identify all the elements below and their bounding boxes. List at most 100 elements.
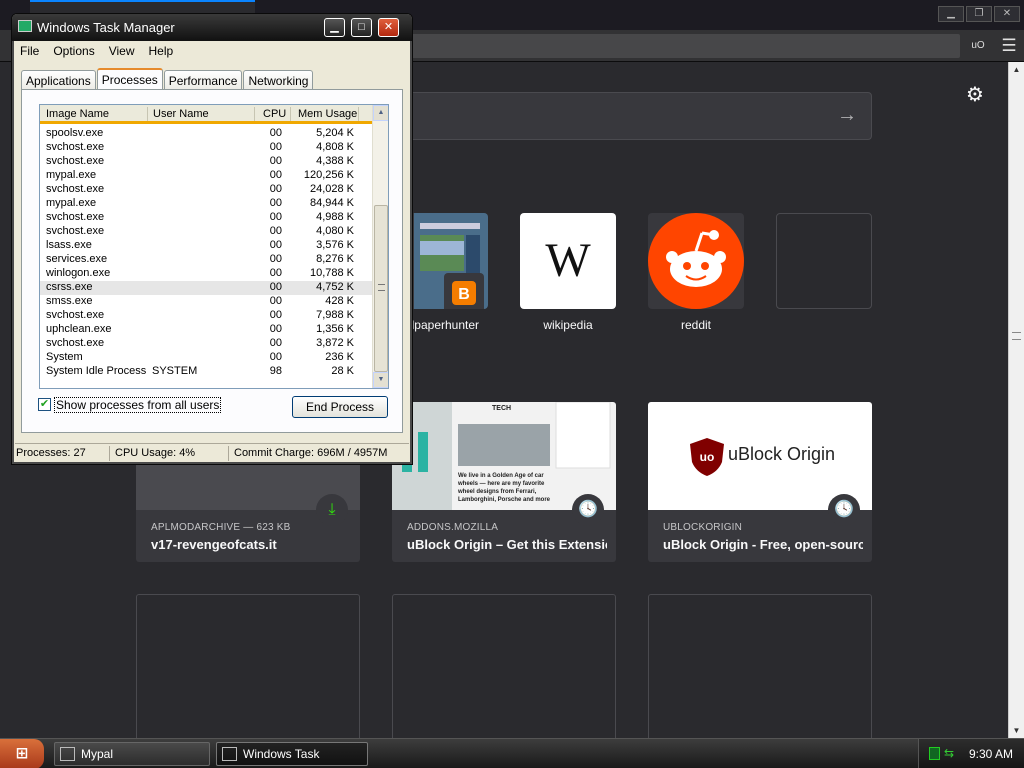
process-row[interactable]: uphclean.exe 00 1,356 K xyxy=(40,323,372,337)
process-row[interactable]: spoolsv.exe 00 5,204 K xyxy=(40,127,372,141)
process-row[interactable]: svchost.exe 00 4,080 K xyxy=(40,225,372,239)
process-cpu: 00 xyxy=(269,309,282,321)
col-mem-usage[interactable]: Mem Usage xyxy=(298,108,357,120)
status-bar: Processes: 27 CPU Usage: 4% Commit Charg… xyxy=(15,443,409,463)
col-cpu[interactable]: CPU xyxy=(263,108,286,120)
start-button[interactable]: ⊞ xyxy=(0,739,44,768)
process-name: svchost.exe xyxy=(46,211,105,223)
process-row[interactable]: svchost.exe 00 24,028 K xyxy=(40,183,372,197)
process-list-scrollbar[interactable]: ▲ ▼ xyxy=(372,105,388,388)
col-image-name[interactable]: Image Name xyxy=(46,108,109,120)
taskbar-item-task-manager[interactable]: Windows Task Manager xyxy=(216,742,368,766)
thumb-text: We live in a Golden Age of car wheels — … xyxy=(458,473,551,503)
highlight-placeholder xyxy=(136,594,360,738)
process-cpu: 00 xyxy=(269,351,282,363)
process-row[interactable]: System 00 236 K xyxy=(40,351,372,365)
process-cpu: 00 xyxy=(269,337,282,349)
end-process-button[interactable]: End Process xyxy=(292,396,388,418)
tab-applications[interactable]: Applications xyxy=(21,70,96,90)
process-row[interactable]: svchost.exe 00 3,872 K xyxy=(40,337,372,351)
col-user-name[interactable]: User Name xyxy=(153,108,209,120)
top-site-reddit[interactable] xyxy=(648,213,744,309)
process-name: services.exe xyxy=(46,253,108,265)
card-source: ADDONS.MOZILLA xyxy=(407,522,499,533)
taskbar: ⊞ Mypal Windows Task Manager ⇆ 9:30 AM xyxy=(0,738,1024,768)
process-cpu: 00 xyxy=(269,169,282,181)
process-cpu: 00 xyxy=(269,281,282,293)
process-cpu: 00 xyxy=(269,295,282,307)
scroll-thumb[interactable] xyxy=(374,205,388,372)
show-all-users-checkbox[interactable]: ✔ xyxy=(38,398,51,411)
clock-icon: 🕓 xyxy=(828,494,860,526)
process-mem: 3,872 K xyxy=(316,337,354,349)
tab-networking[interactable]: Networking xyxy=(243,70,314,90)
process-cpu: 00 xyxy=(269,225,282,237)
top-site-label[interactable]: wikipedia xyxy=(498,318,638,332)
highlight-card[interactable]: TECH We live in a Golden Age of car whee… xyxy=(392,402,616,562)
process-row[interactable]: services.exe 00 8,276 K xyxy=(40,253,372,267)
top-site-label[interactable]: reddit xyxy=(626,318,766,332)
tab-processes[interactable]: Processes xyxy=(96,68,163,90)
tab-performance[interactable]: Performance xyxy=(163,70,243,90)
process-row[interactable]: svchost.exe 00 4,388 K xyxy=(40,155,372,169)
process-row[interactable]: csrss.exe 00 4,752 K xyxy=(40,281,372,295)
process-row[interactable]: svchost.exe 00 4,988 K xyxy=(40,211,372,225)
process-list[interactable]: Image Name User Name CPU Mem Usage spool… xyxy=(39,104,389,389)
process-mem: 4,988 K xyxy=(316,211,354,223)
process-cpu: 00 xyxy=(269,197,282,209)
process-mem: 4,808 K xyxy=(316,141,354,153)
process-name: smss.exe xyxy=(46,295,93,307)
highlight-card[interactable]: uo uBlock Origin 🕓 UBLOCKORIGIN uBlock O… xyxy=(648,402,872,562)
url-bar[interactable] xyxy=(410,34,960,58)
close-icon[interactable]: ✕ xyxy=(378,18,399,37)
process-cpu: 00 xyxy=(269,267,282,279)
scroll-up-icon[interactable]: ▲ xyxy=(1009,62,1024,77)
taskbar-item-label: Windows Task Manager xyxy=(243,747,320,761)
arrow-right-icon[interactable]: → xyxy=(837,104,857,127)
minimize-icon[interactable]: ▁ xyxy=(324,18,345,37)
status-processes: Processes: 27 xyxy=(16,447,86,459)
page-scrollbar[interactable]: ▲ ▼ xyxy=(1008,62,1024,738)
network-icon[interactable]: ⇆ xyxy=(944,746,954,760)
process-mem: 4,080 K xyxy=(316,225,354,237)
process-row[interactable]: svchost.exe 00 7,988 K xyxy=(40,309,372,323)
clock[interactable]: 9:30 AM xyxy=(969,747,1013,761)
scroll-up-icon[interactable]: ▲ xyxy=(373,105,388,121)
restore-icon[interactable]: ❐ xyxy=(966,6,992,22)
process-cpu: 00 xyxy=(269,183,282,195)
taskbar-item-mypal[interactable]: Mypal xyxy=(54,742,210,766)
process-mem: 10,788 K xyxy=(309,267,354,279)
process-row[interactable]: mypal.exe 00 120,256 K xyxy=(40,169,372,183)
menu-help[interactable]: Help xyxy=(149,42,174,60)
maximize-icon[interactable]: □ xyxy=(351,18,372,37)
scroll-grip[interactable] xyxy=(1012,332,1021,340)
task-manager-icon xyxy=(222,747,237,761)
ublock-shield-icon[interactable]: uO xyxy=(968,36,988,56)
close-icon[interactable]: ✕ xyxy=(994,6,1020,22)
minimize-icon[interactable]: ▁ xyxy=(938,6,964,22)
process-name: spoolsv.exe xyxy=(46,127,104,139)
top-site-empty[interactable] xyxy=(776,213,872,309)
system-tray: ⇆ 9:30 AM xyxy=(918,739,1024,768)
gear-icon[interactable]: ⚙ xyxy=(966,82,984,107)
menu-options[interactable]: Options xyxy=(53,42,94,60)
highlight-placeholder xyxy=(648,594,872,738)
hamburger-menu-icon[interactable]: ☰ xyxy=(998,35,1020,57)
performance-meter-icon[interactable] xyxy=(929,747,940,760)
task-manager-titlebar[interactable]: Windows Task Manager ▁ □ ✕ xyxy=(12,14,412,41)
menu-view[interactable]: View xyxy=(109,42,135,60)
process-row[interactable]: winlogon.exe 00 10,788 K xyxy=(40,267,372,281)
menu-file[interactable]: File xyxy=(20,42,39,60)
scroll-down-icon[interactable]: ▼ xyxy=(1009,723,1024,738)
process-row[interactable]: smss.exe 00 428 K xyxy=(40,295,372,309)
process-row[interactable]: svchost.exe 00 4,808 K xyxy=(40,141,372,155)
process-row[interactable]: lsass.exe 00 3,576 K xyxy=(40,239,372,253)
process-mem: 4,388 K xyxy=(316,155,354,167)
top-site-wikipedia[interactable]: W xyxy=(520,213,616,309)
process-row[interactable]: System Idle Process SYSTEM 98 28 K xyxy=(40,365,372,379)
scroll-down-icon[interactable]: ▼ xyxy=(373,372,388,388)
process-row[interactable]: mypal.exe 00 84,944 K xyxy=(40,197,372,211)
process-name: svchost.exe xyxy=(46,155,105,167)
show-all-users-label[interactable]: Show processes from all users xyxy=(54,397,222,413)
processes-panel: Image Name User Name CPU Mem Usage spool… xyxy=(21,89,403,433)
